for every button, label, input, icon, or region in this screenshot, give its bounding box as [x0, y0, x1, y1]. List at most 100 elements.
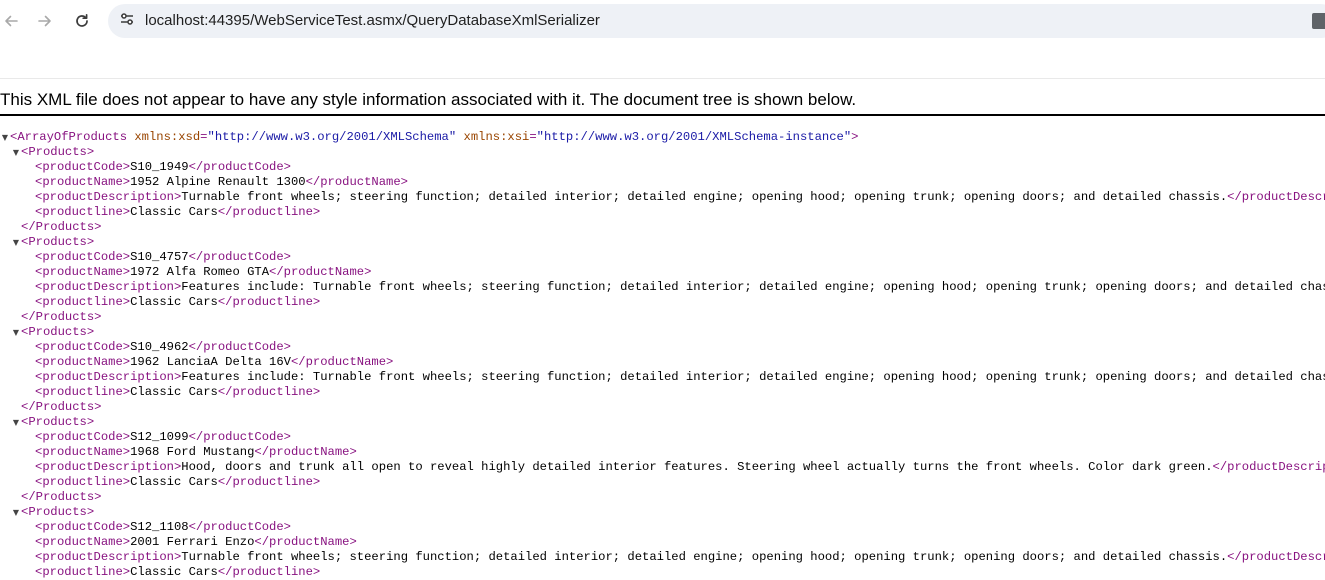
products-open: ▼ <Products> — [0, 415, 1325, 430]
tune-icon — [119, 11, 135, 32]
tag-open: <productDescription> — [35, 460, 182, 474]
attr-value: "http://www.w3.org/2001/XMLSchema" — [207, 130, 457, 144]
tag-close: </productCode> — [188, 160, 291, 174]
collapse-toggle-icon[interactable]: ▼ — [0, 130, 10, 145]
product-description-row: <productDescription>Turnable front wheel… — [0, 190, 1325, 205]
tag-open: <productName> — [35, 445, 131, 459]
product-code: S10_4962 — [130, 340, 189, 354]
toolbar-divider — [0, 78, 1325, 79]
tag-close: </productCode> — [188, 520, 291, 534]
products-tag: </Products> — [21, 220, 102, 234]
xml-line-content: <productDescription>Hood, doors and trun… — [35, 460, 1325, 475]
reload-button[interactable] — [67, 6, 97, 36]
tag-close: </productline> — [217, 565, 321, 579]
collapse-toggle-icon[interactable]: ▼ — [11, 235, 21, 250]
tag-open: <productCode> — [35, 250, 131, 264]
collapse-toggle-icon[interactable]: ▼ — [11, 505, 21, 520]
product-line: Classic Cars — [130, 205, 218, 219]
notice-text: This XML file does not appear to have an… — [0, 90, 857, 109]
tag-close: </productDescription> — [1227, 550, 1325, 564]
product-name-row: <productName>1972 Alfa Romeo GTA</produc… — [0, 265, 1325, 280]
tag-close: </productDescription> — [1227, 190, 1325, 204]
product-code-row: <productCode>S10_4757</productCode> — [0, 250, 1325, 265]
xml-line-content: <ArrayOfProducts xmlns:xsd="http://www.w… — [10, 130, 858, 145]
tag-open: <productline> — [35, 475, 131, 489]
xml-line-content: <productline>Classic Cars</productline> — [35, 295, 320, 310]
url-text[interactable]: localhost:44395/WebServiceTest.asmx/Quer… — [145, 4, 600, 38]
xml-line-content: <productName>1962 LanciaA Delta 16V</pro… — [35, 355, 393, 370]
attr-eq: = — [200, 130, 208, 144]
product-code-row: <productCode>S12_1108</productCode> — [0, 520, 1325, 535]
xml-line-content: </Products> — [21, 310, 101, 325]
tag-close: </productName> — [305, 175, 409, 189]
xml-document-tree: ▼ <ArrayOfProducts xmlns:xsd="http://www.… — [0, 130, 1325, 580]
tag-close: </productName> — [254, 535, 357, 549]
products-tag: <Products> — [21, 325, 95, 339]
tag-close: </productCode> — [188, 430, 291, 444]
product-code: S12_1108 — [130, 520, 189, 534]
tag-close: </productName> — [269, 265, 372, 279]
products-tag: </Products> — [21, 310, 102, 324]
xml-line-content: <productDescription>Features include: Tu… — [35, 370, 1325, 385]
collapse-toggle-icon[interactable]: ▼ — [11, 145, 21, 160]
product-line-row: <productline>Classic Cars</productline> — [0, 295, 1325, 310]
xml-line-content: <Products> — [21, 505, 94, 520]
product-description-row: <productDescription>Turnable front wheel… — [0, 550, 1325, 565]
product-code-row: <productCode>S10_4962</productCode> — [0, 340, 1325, 355]
xml-line-content: <Products> — [21, 145, 94, 160]
tag-open: <productName> — [35, 175, 131, 189]
xml-line-content: <productCode>S10_4757</productCode> — [35, 250, 291, 265]
tag-open: <productDescription> — [35, 370, 182, 384]
forward-button[interactable] — [30, 6, 60, 36]
tag-open: <productDescription> — [35, 190, 182, 204]
products-open: ▼ <Products> — [0, 325, 1325, 340]
tag-close: </productName> — [290, 355, 394, 369]
tag-open: <productName> — [35, 535, 131, 549]
product-line: Classic Cars — [130, 565, 218, 579]
xml-line-content: <productName>2001 Ferrari Enzo</productN… — [35, 535, 357, 550]
xml-line-content: <Products> — [21, 235, 94, 250]
product-description-row: <productDescription>Features include: Tu… — [0, 370, 1325, 385]
product-description: Features include: Turnable front wheels;… — [181, 370, 1325, 384]
product-name-row: <productName>1952 Alpine Renault 1300</p… — [0, 175, 1325, 190]
attr-value: "http://www.w3.org/2001/XMLSchema-instan… — [536, 130, 852, 144]
products-open: ▼ <Products> — [0, 145, 1325, 160]
xml-line-content: <productName>1968 Ford Mustang</productN… — [35, 445, 357, 460]
product-description: Turnable front wheels; steering function… — [181, 550, 1228, 564]
attr-space — [456, 130, 463, 144]
site-info-button[interactable] — [114, 8, 140, 34]
products-tag: </Products> — [21, 490, 102, 504]
xml-line-content: <productCode>S12_1108</productCode> — [35, 520, 291, 535]
back-button[interactable] — [0, 6, 26, 36]
xml-line-content: <Products> — [21, 325, 94, 340]
xml-line-content: <productline>Classic Cars</productline> — [35, 385, 320, 400]
xml-line-content: <productDescription>Turnable front wheel… — [35, 190, 1325, 205]
product-name: 1972 Alfa Romeo GTA — [130, 265, 270, 279]
product-name-row: <productName>1962 LanciaA Delta 16V</pro… — [0, 355, 1325, 370]
products-close: </Products> — [0, 400, 1325, 415]
tag-close: </productDescription> — [1212, 460, 1325, 474]
xml-line-content: <productDescription>Turnable front wheel… — [35, 550, 1325, 565]
tag-close: </productName> — [254, 445, 357, 459]
xml-line-content: <productline>Classic Cars</productline> — [35, 565, 320, 580]
collapse-toggle-icon[interactable]: ▼ — [11, 415, 21, 430]
product-description: Hood, doors and trunk all open to reveal… — [181, 460, 1213, 474]
attr-eq: = — [529, 130, 537, 144]
root-tag-close: > — [851, 130, 859, 144]
arrow-left-icon — [3, 13, 19, 29]
address-bar[interactable]: localhost:44395/WebServiceTest.asmx/Quer… — [108, 4, 1325, 38]
product-code: S10_4757 — [130, 250, 189, 264]
collapse-toggle-icon[interactable]: ▼ — [11, 325, 21, 340]
xml-line-content: <productCode>S12_1099</productCode> — [35, 430, 291, 445]
product-line: Classic Cars — [130, 295, 218, 309]
product-code-row: <productCode>S10_1949</productCode> — [0, 160, 1325, 175]
product-line-row: <productline>Classic Cars</productline> — [0, 385, 1325, 400]
tag-close: </productline> — [217, 205, 321, 219]
product-line: Classic Cars — [130, 475, 218, 489]
product-name: 2001 Ferrari Enzo — [130, 535, 255, 549]
xml-line-content: <productName>1972 Alfa Romeo GTA</produc… — [35, 265, 371, 280]
product-name-row: <productName>2001 Ferrari Enzo</productN… — [0, 535, 1325, 550]
tag-close: </productline> — [217, 385, 321, 399]
translate-icon[interactable] — [1312, 13, 1325, 29]
xml-line-content: </Products> — [21, 220, 101, 235]
